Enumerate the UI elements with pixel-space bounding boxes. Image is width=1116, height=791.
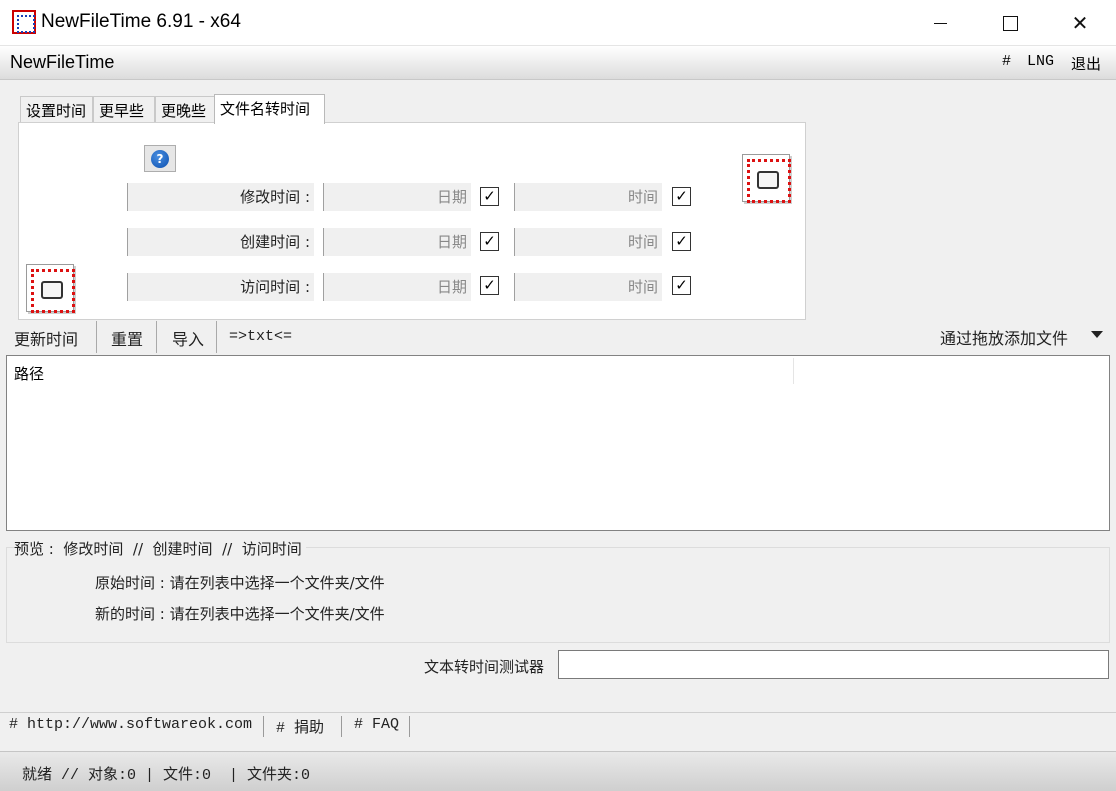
original-time-text: 原始时间 : 请在列表中选择一个文件夹/文件 <box>95 574 385 592</box>
donate-link[interactable]: # 捐助 <box>276 716 324 737</box>
preview-label: 预览 : 修改时间 // 创建时间 // 访问时间 <box>14 538 306 559</box>
close-button[interactable]: ✕ <box>1045 0 1115 46</box>
hash-menu[interactable]: # <box>1002 53 1011 70</box>
faq-link[interactable]: # FAQ <box>354 716 399 733</box>
divider <box>0 712 1116 713</box>
export-txt-button[interactable]: =>txt<= <box>229 325 292 353</box>
new-time-text: 新的时间 : 请在列表中选择一个文件夹/文件 <box>95 605 385 623</box>
text-to-time-tester-input[interactable] <box>558 650 1109 679</box>
modify-date-checkbox[interactable]: ✓ <box>480 187 499 206</box>
preview-group <box>6 547 1110 643</box>
column-header-path[interactable]: 路径 <box>14 363 44 384</box>
minimize-button[interactable] <box>905 0 975 46</box>
toolbar-divider <box>156 321 157 353</box>
link-divider <box>341 716 342 737</box>
modify-time-label: 修改时间 : <box>127 183 314 211</box>
exit-menu[interactable]: 退出 <box>1071 53 1101 74</box>
app-icon <box>12 10 36 34</box>
window-title: NewFileTime 6.91 - x64 <box>41 11 241 32</box>
column-divider[interactable] <box>793 358 794 384</box>
modify-date-field[interactable]: 日期 <box>323 183 471 211</box>
modify-time-checkbox[interactable]: ✓ <box>672 187 691 206</box>
apply-icon-left[interactable] <box>26 264 75 313</box>
close-icon: ✕ <box>1071 11 1089 35</box>
language-menu[interactable]: LNG <box>1027 53 1054 70</box>
maximize-icon <box>1002 15 1018 31</box>
text-to-time-tester-label: 文本转时间测试器 <box>424 658 545 676</box>
file-list[interactable]: 路径 <box>6 355 1110 531</box>
toolbar-divider <box>96 321 97 353</box>
create-time-label: 创建时间 : <box>127 228 314 256</box>
website-link[interactable]: # http://www.softwareok.com <box>9 716 252 733</box>
status-bar: 就绪 // 对象:0 | 文件:0 | 文件夹:0 <box>0 751 1116 791</box>
minimize-icon <box>933 22 947 24</box>
update-time-button[interactable]: 更新时间 <box>14 325 78 353</box>
title-bar: NewFileTime 6.91 - x64 ✕ <box>0 0 1116 46</box>
create-date-field[interactable]: 日期 <box>323 228 471 256</box>
modify-time-field[interactable]: 时间 <box>514 183 662 211</box>
tab-set-time[interactable]: 设置时间 <box>20 96 93 122</box>
link-divider <box>409 716 410 737</box>
access-date-field[interactable]: 日期 <box>323 273 471 301</box>
create-date-checkbox[interactable]: ✓ <box>480 232 499 251</box>
tab-filename-to-time[interactable]: 文件名转时间 <box>214 94 325 124</box>
help-button[interactable]: ? <box>144 145 176 172</box>
app-name: NewFileTime <box>10 52 115 72</box>
access-date-checkbox[interactable]: ✓ <box>480 276 499 295</box>
access-time-field[interactable]: 时间 <box>514 273 662 301</box>
drag-drop-add-files-menu[interactable]: 通过拖放添加文件 <box>940 325 1068 349</box>
access-time-label: 访问时间 : <box>127 273 314 301</box>
create-time-checkbox[interactable]: ✓ <box>672 232 691 251</box>
link-divider <box>263 716 264 737</box>
status-text: 就绪 // 对象:0 | 文件:0 | 文件夹:0 <box>22 767 311 784</box>
access-time-checkbox[interactable]: ✓ <box>672 276 691 295</box>
help-icon: ? <box>151 149 169 168</box>
maximize-button[interactable] <box>975 0 1045 46</box>
app-header: NewFileTime # LNG 退出 <box>0 46 1116 80</box>
chevron-down-icon[interactable] <box>1091 331 1103 338</box>
toolbar-divider <box>216 321 217 353</box>
reset-button[interactable]: 重置 <box>111 325 143 353</box>
create-time-field[interactable]: 时间 <box>514 228 662 256</box>
tab-earlier[interactable]: 更早些 <box>93 96 155 122</box>
tab-later[interactable]: 更晚些 <box>155 96 215 122</box>
import-button[interactable]: 导入 <box>172 325 204 353</box>
apply-icon-right[interactable] <box>742 154 791 203</box>
